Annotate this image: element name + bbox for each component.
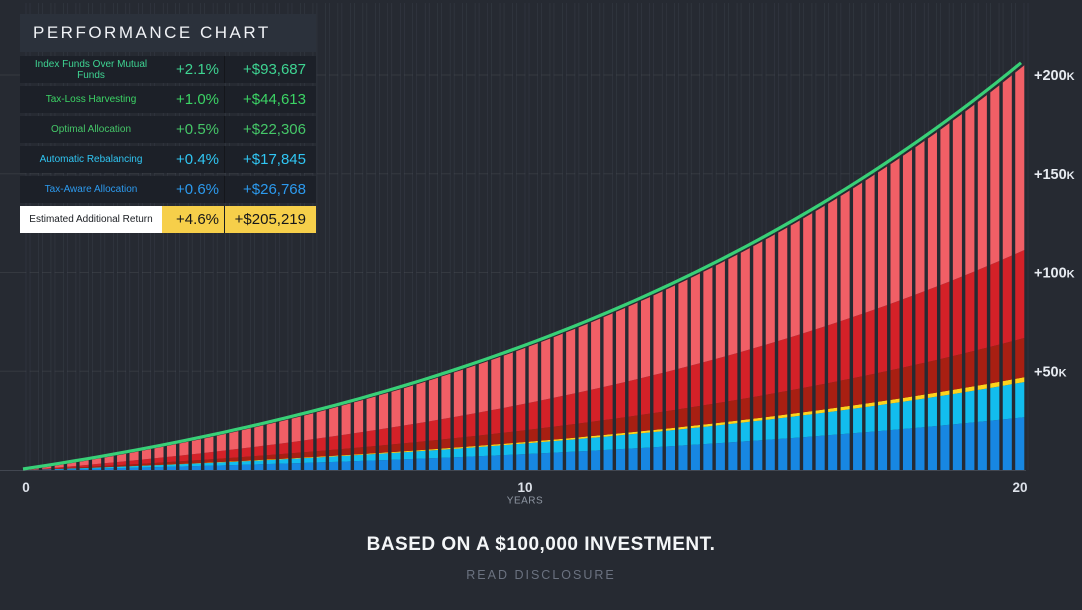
legend-row-label: Tax-Aware Allocation [20,184,162,195]
legend-row-amount: +$22,306 [225,121,316,138]
legend-row-estimated-additional-return: Estimated Additional Return +4.6% +$205,… [20,206,316,233]
legend-row-tax-loss-harvesting: Tax-Loss Harvesting +1.0% +$44,613 [20,86,316,113]
legend-row-amount: +$26,768 [225,181,316,198]
legend-row-amount: +$44,613 [225,91,316,108]
legend-row-label: Index Funds Over Mutual Funds [20,59,162,81]
y-axis-tick-label: +200K [1034,68,1075,84]
legend-row-percent: +1.0% [162,91,224,108]
x-axis-title: YEARS [507,496,543,507]
legend-row-percent: +2.1% [162,61,224,78]
legend-row-optimal-allocation: Optimal Allocation +0.5% +$22,306 [20,116,316,143]
legend-row-tax-aware-allocation: Tax-Aware Allocation +0.6% +$26,768 [20,176,316,203]
performance-legend-panel: PERFORMANCE CHART Index Funds Over Mutua… [20,14,316,233]
legend-header: PERFORMANCE CHART [20,14,316,52]
investment-basis-headline: BASED ON A $100,000 INVESTMENT. [0,534,1082,556]
x-axis-tick-label: 10 [517,480,532,495]
legend-row-amount: +$17,845 [225,151,316,168]
x-axis-tick-label: 0 [22,480,30,495]
legend-title: PERFORMANCE CHART [33,23,271,43]
legend-total-percent: +4.6% [162,206,224,233]
legend-row-amount: +$93,687 [225,61,316,78]
y-axis-tick-label: +150K [1034,167,1075,183]
legend-row-percent: +0.6% [162,181,224,198]
legend-row-label: Tax-Loss Harvesting [20,94,162,105]
y-axis-tick-label: +50K [1034,364,1067,380]
legend-row-percent: +0.5% [162,121,224,138]
legend-row-automatic-rebalancing: Automatic Rebalancing +0.4% +$17,845 [20,146,316,173]
performance-chart-section: +200K +150K +100K +50K 0 10 20 YEARS PERFORMANC… [0,0,1082,512]
x-axis-tick-label: 20 [1012,480,1027,495]
legend-row-index-funds: Index Funds Over Mutual Funds +2.1% +$93… [20,56,316,83]
legend-total-amount: +$205,219 [225,206,316,233]
chart-footer: BASED ON A $100,000 INVESTMENT. READ DIS… [0,512,1082,584]
y-axis-tick-label: +100K [1034,266,1075,282]
legend-total-label: Estimated Additional Return [20,206,162,233]
legend-row-label: Optimal Allocation [20,124,162,135]
legend-row-percent: +0.4% [162,151,224,168]
legend-row-label: Automatic Rebalancing [20,154,162,165]
read-disclosure-link[interactable]: READ DISCLOSURE [466,568,615,582]
